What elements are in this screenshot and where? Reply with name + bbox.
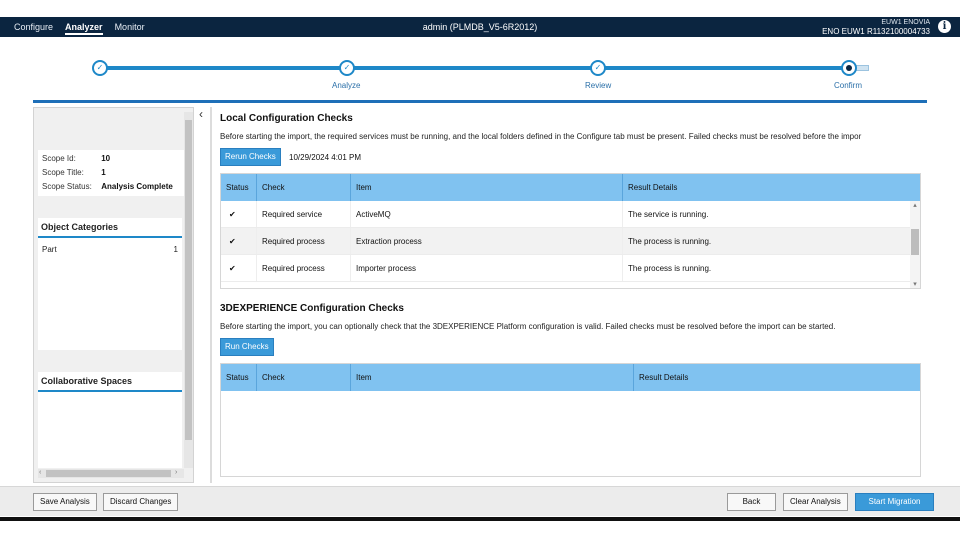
local-checks-description: Before starting the import, the required… (220, 132, 862, 141)
left-panel-horizontal-scrollbar[interactable] (38, 469, 184, 478)
step-label-confirm[interactable]: Confirm (834, 81, 862, 90)
step-label-analyze[interactable]: Analyze (332, 81, 360, 90)
row-result: The process is running. (628, 264, 712, 273)
experience-checks-table: Status Check Item Result Details (220, 363, 921, 477)
row-check: Required process (257, 228, 351, 254)
status-check-icon: ✔ (221, 201, 257, 227)
window-bottom-edge (0, 517, 960, 521)
table-row[interactable]: ✔ Required service ActiveMQ The service … (221, 201, 920, 228)
col-item[interactable]: Item (351, 364, 634, 391)
start-migration-button[interactable]: Start Migration (855, 493, 934, 511)
scroll-left-icon[interactable]: ‹ (39, 469, 41, 476)
col-check[interactable]: Check (257, 364, 351, 391)
local-table-scroll-thumb[interactable] (911, 229, 919, 255)
col-status[interactable]: Status (221, 174, 257, 201)
step-label-review[interactable]: Review (585, 81, 611, 90)
scope-panel: Scope Id: 10 Scope Title: 1 Scope Status… (33, 107, 194, 483)
collapse-panel-icon[interactable]: ‹ (195, 107, 207, 121)
top-bar: Configure Analyzer Monitor admin (PLMDB_… (0, 17, 960, 37)
col-item[interactable]: Item (351, 174, 623, 201)
step-confirm-current-icon[interactable] (841, 60, 857, 76)
table-row[interactable]: ✔ Required process Importer process The … (221, 255, 920, 282)
category-name: Part (42, 245, 57, 254)
scroll-right-icon[interactable]: › (175, 469, 177, 476)
col-status[interactable]: Status (221, 364, 257, 391)
scope-title-label: Scope Title: (42, 168, 84, 177)
scroll-up-icon[interactable]: ▴ (910, 201, 920, 209)
row-result: The process is running. (628, 237, 712, 246)
info-icon[interactable]: i (938, 20, 951, 33)
left-panel-vertical-thumb[interactable] (185, 120, 192, 440)
scope-status-row: Scope Status: Analysis Complete (42, 182, 173, 191)
scope-summary: Scope Id: 10 Scope Title: 1 Scope Status… (38, 150, 186, 196)
clear-analysis-button[interactable]: Clear Analysis (783, 493, 848, 511)
col-result-details[interactable]: Result Details (623, 174, 911, 201)
tenant-info: EUW1 ENOVIA ENO EUW1 R1132100004733 (822, 18, 930, 36)
status-check-icon: ✔ (221, 228, 257, 254)
rerun-checks-button[interactable]: Rerun Checks (220, 148, 281, 166)
scope-id-row: Scope Id: 10 (42, 154, 110, 163)
local-table-scrollbar[interactable]: ▴ ▾ (910, 201, 920, 288)
scope-title-row: Scope Title: 1 (42, 168, 106, 177)
row-check: Required process (257, 255, 351, 281)
scroll-down-icon[interactable]: ▾ (910, 280, 920, 288)
local-checks-header: Status Check Item Result Details (221, 174, 920, 201)
progress-stepper: ✓ ✓ ✓ Analyze Review Confirm (0, 40, 960, 103)
local-checks-table: Status Check Item Result Details ✔ Requi… (220, 173, 921, 289)
object-categories-title: Object Categories (38, 218, 182, 238)
row-result: The service is running. (628, 210, 709, 219)
scope-status-value: Analysis Complete (101, 182, 173, 191)
row-item: Extraction process (351, 228, 623, 254)
step-review-check-icon[interactable]: ✓ (590, 60, 606, 76)
tenant-line-2: ENO EUW1 R1132100004733 (822, 27, 930, 36)
checks-content: Local Configuration Checks Before starti… (213, 107, 933, 483)
table-row[interactable]: ✔ Required process Extraction process Th… (221, 228, 920, 255)
scope-id-value: 10 (101, 154, 111, 163)
scope-status-label: Scope Status: (42, 182, 92, 191)
local-checks-title: Local Configuration Checks (220, 113, 353, 124)
action-bar: Save Analysis Discard Changes Back Clear… (0, 486, 960, 516)
scope-title-value: 1 (101, 168, 106, 177)
stepper-progress-line (98, 66, 852, 70)
discard-changes-button[interactable]: Discard Changes (103, 493, 179, 511)
category-item-part[interactable]: Part 1 (38, 238, 182, 261)
checks-timestamp: 10/29/2024 4:01 PM (289, 153, 362, 162)
scope-id-label: Scope Id: (42, 154, 76, 163)
stepper-divider (33, 100, 927, 103)
status-check-icon: ✔ (221, 255, 257, 281)
step-start-check-icon: ✓ (92, 60, 108, 76)
col-check[interactable]: Check (257, 174, 351, 201)
left-panel-horizontal-thumb[interactable] (46, 470, 171, 477)
col-result-details[interactable]: Result Details (634, 364, 920, 391)
panel-splitter[interactable] (210, 107, 212, 483)
tenant-line-1: EUW1 ENOVIA (881, 19, 930, 26)
row-check: Required service (257, 201, 351, 227)
save-analysis-button[interactable]: Save Analysis (33, 493, 97, 511)
experience-checks-header: Status Check Item Result Details (221, 364, 920, 391)
row-item: Importer process (351, 255, 623, 281)
back-button[interactable]: Back (727, 493, 776, 511)
experience-checks-title: 3DEXPERIENCE Configuration Checks (220, 303, 404, 314)
experience-checks-description: Before starting the import, you can opti… (220, 322, 836, 331)
window-title: admin (PLMDB_V5-6R2012) (422, 22, 538, 32)
category-count: 1 (173, 245, 178, 254)
collaborative-spaces-section: Collaborative Spaces (38, 372, 182, 468)
object-categories-section: Object Categories Part 1 (38, 218, 182, 350)
run-checks-button[interactable]: Run Checks (220, 338, 274, 356)
collaborative-spaces-title: Collaborative Spaces (38, 372, 182, 392)
left-panel-vertical-scrollbar[interactable] (184, 112, 193, 468)
step-analyze-check-icon[interactable]: ✓ (339, 60, 355, 76)
row-item: ActiveMQ (351, 201, 623, 227)
